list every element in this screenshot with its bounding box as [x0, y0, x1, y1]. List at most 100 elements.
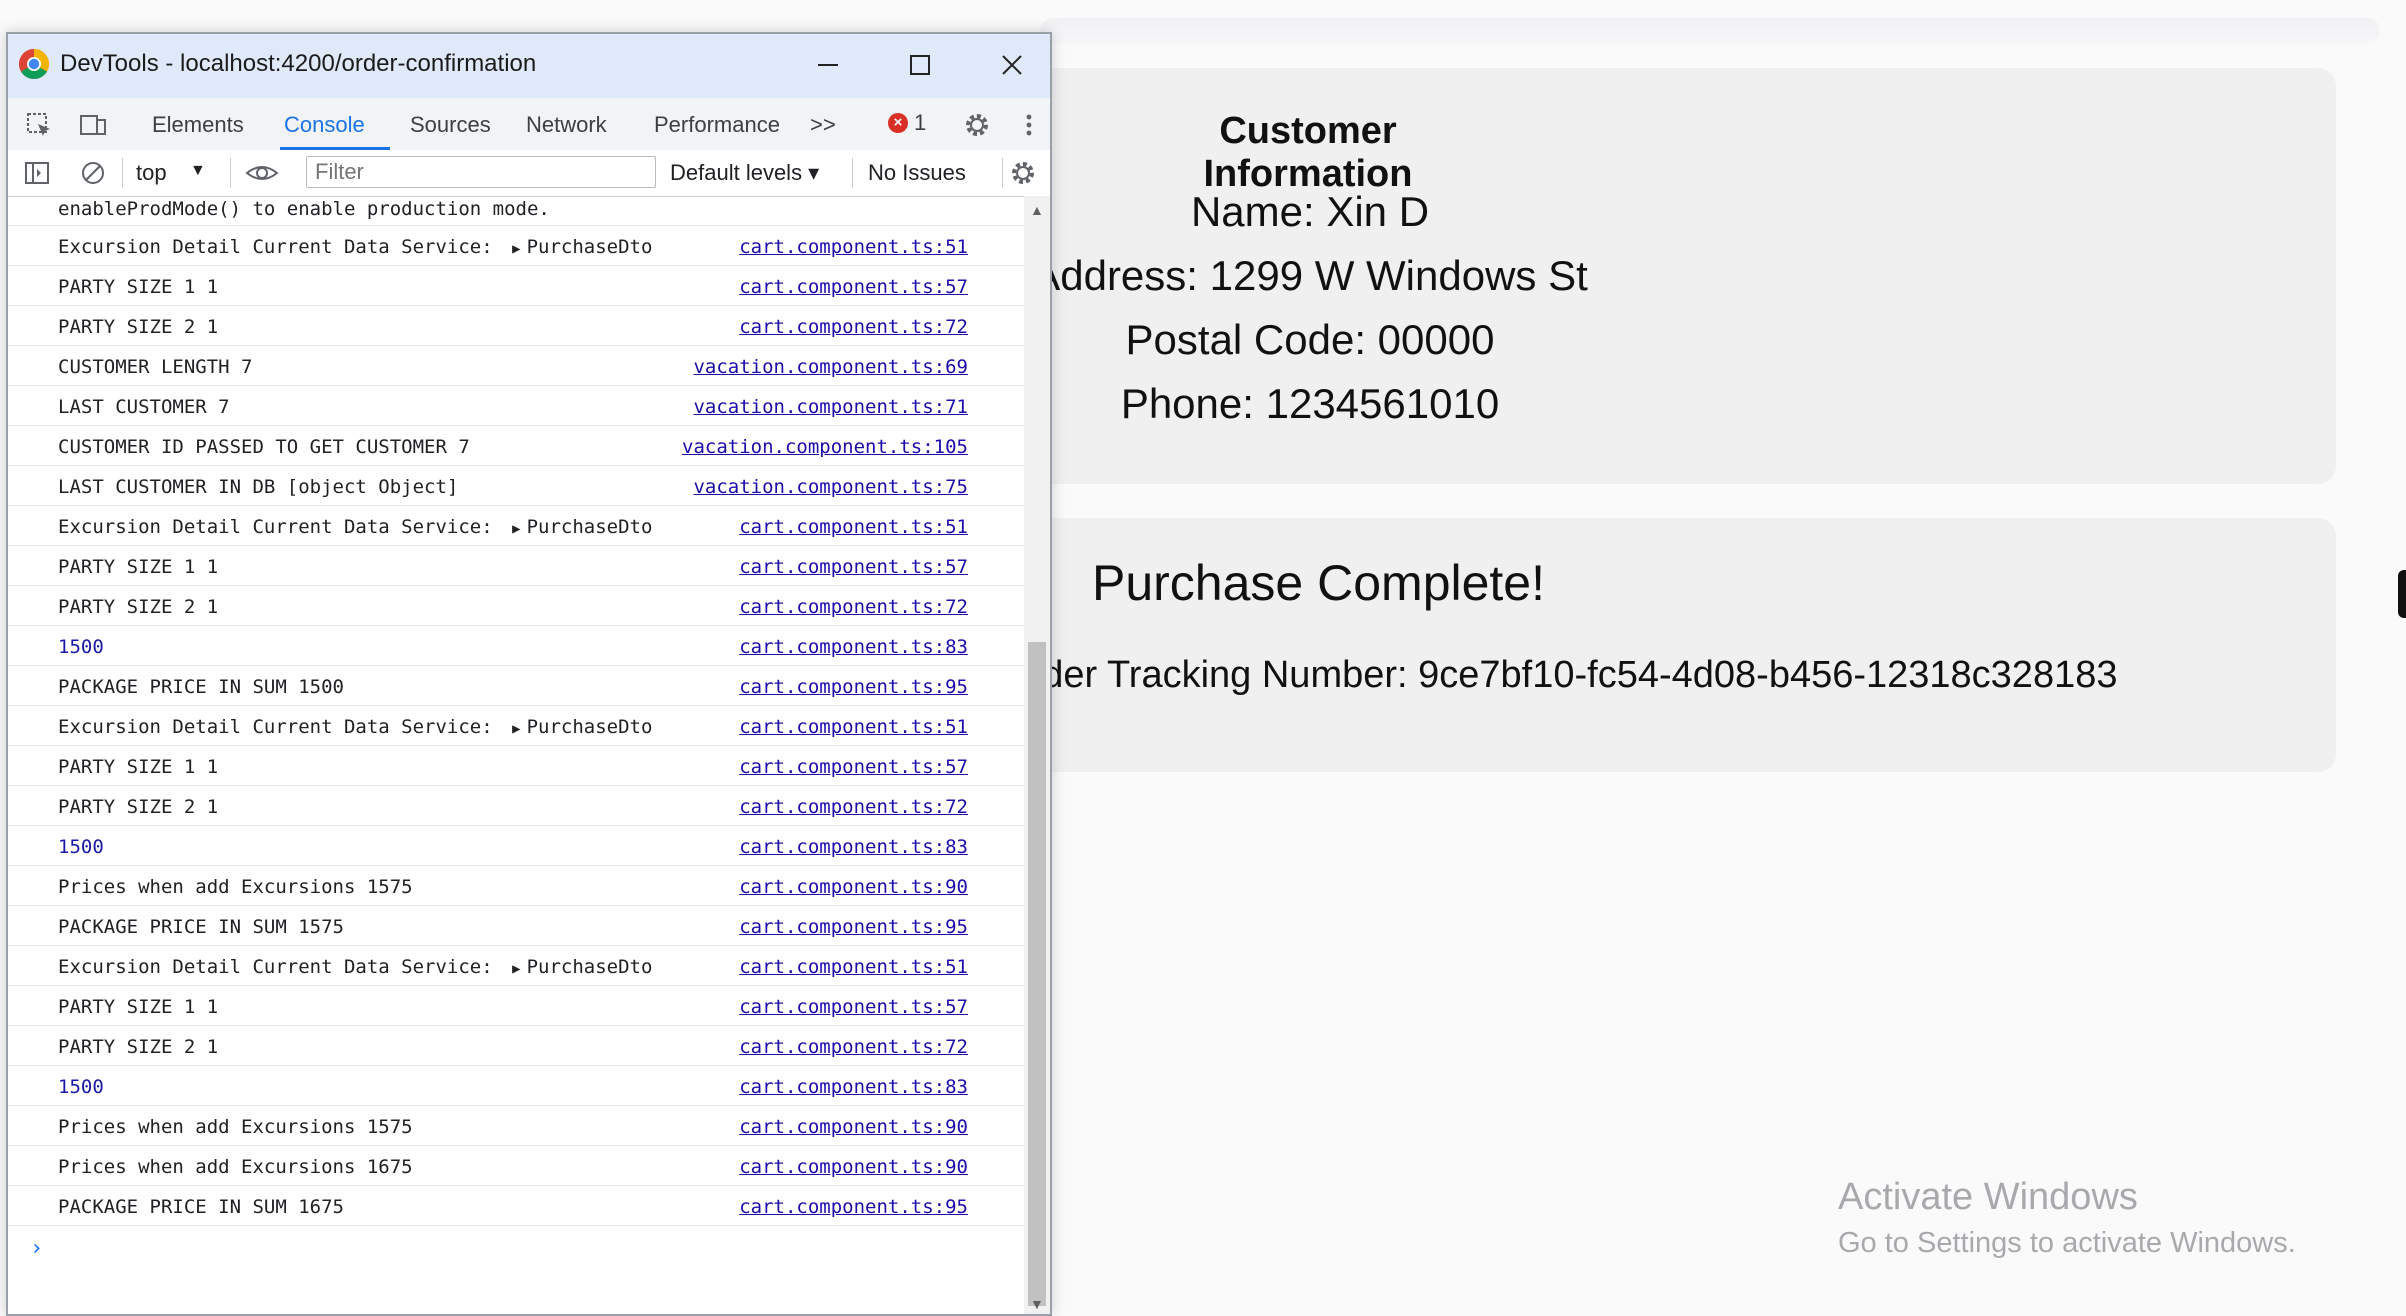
customer-info-heading: Customer Information — [1203, 110, 1413, 195]
log-levels-dropdown[interactable]: Default levels ▾ — [670, 160, 819, 186]
console-source-link[interactable]: cart.component.ts:90 — [739, 1116, 968, 1138]
console-source-link[interactable]: cart.component.ts:57 — [739, 556, 968, 578]
console-source-link[interactable]: cart.component.ts:72 — [739, 1036, 968, 1058]
clear-console-icon[interactable] — [78, 158, 108, 188]
scroll-up-arrow-icon[interactable]: ▲ — [1030, 202, 1044, 218]
console-source-link[interactable]: cart.component.ts:51 — [739, 716, 968, 738]
order-tracking-number: Order Tracking Number: 9ce7bf10-fc54-4d0… — [1000, 654, 2118, 696]
console-source-link[interactable]: cart.component.ts:95 — [739, 1196, 968, 1218]
customer-postal-code: Postal Code: 00000 — [1125, 316, 1495, 363]
console-filter-input[interactable] — [306, 156, 656, 188]
console-message-text: LAST CUSTOMER IN DB [object Object] — [58, 476, 458, 498]
console-message-value: PACKAGE PRICE IN SUM 1675 — [58, 1196, 344, 1218]
console-message-text: PARTY SIZE 1 1 — [58, 996, 218, 1018]
close-icon — [1002, 55, 1022, 75]
console-object-preview[interactable]: PurchaseDto — [527, 516, 653, 538]
tab-elements[interactable]: Elements — [152, 112, 244, 138]
minimize-button[interactable] — [798, 40, 858, 90]
console-source-link[interactable]: cart.component.ts:57 — [739, 756, 968, 778]
device-toolbar-icon[interactable] — [78, 110, 108, 140]
console-message-value: 1500 — [58, 836, 104, 858]
more-tabs-button[interactable]: >> — [810, 112, 836, 138]
maximize-icon — [910, 55, 930, 75]
scrollbar-thumb[interactable] — [1028, 642, 1046, 1306]
console-message-text: PACKAGE PRICE IN SUM 1575 — [58, 916, 344, 938]
console-prompt[interactable]: › — [8, 1226, 1024, 1272]
error-count-badge[interactable]: × 1 — [888, 110, 926, 136]
console-source-link[interactable]: cart.component.ts:83 — [739, 836, 968, 858]
toolbar-divider — [1002, 158, 1003, 188]
console-message-value: Excursion Detail Current Data Service: — [58, 956, 505, 978]
context-dropdown-icon[interactable]: ▼ — [190, 162, 206, 180]
console-message-value: PARTY SIZE 1 1 — [58, 556, 219, 578]
console-message-text: Excursion Detail Current Data Service: ▶… — [58, 956, 652, 978]
tab-console[interactable]: Console — [284, 112, 365, 138]
console-message-text: enableProdMode() to enable production mo… — [58, 198, 550, 220]
console-message-value: LAST CUSTOMER 7 — [58, 396, 230, 418]
console-source-link[interactable]: cart.component.ts:51 — [739, 516, 968, 538]
console-source-link[interactable]: cart.component.ts:57 — [739, 996, 968, 1018]
console-source-link[interactable]: cart.component.ts:51 — [739, 236, 968, 258]
error-icon: × — [888, 113, 908, 133]
console-source-link[interactable]: cart.component.ts:83 — [739, 636, 968, 658]
expand-object-icon[interactable]: ▶ — [512, 961, 520, 977]
console-object-preview[interactable]: PurchaseDto — [527, 236, 653, 258]
console-source-link[interactable]: cart.component.ts:72 — [739, 316, 968, 338]
console-source-link[interactable]: vacation.component.ts:71 — [693, 396, 968, 418]
console-message-value: PARTY SIZE 1 1 — [58, 996, 219, 1018]
console-message-row: LAST CUSTOMER IN DB [object Object] vacat… — [8, 466, 1024, 506]
console-source-link[interactable]: vacation.component.ts:75 — [693, 476, 968, 498]
console-source-link[interactable]: vacation.component.ts:105 — [682, 436, 968, 458]
console-message-text: PARTY SIZE 2 1 — [58, 796, 218, 818]
close-button[interactable] — [982, 40, 1042, 90]
maximize-button[interactable] — [890, 40, 950, 90]
settings-gear-icon[interactable] — [962, 110, 992, 140]
console-output[interactable]: enableProdMode() to enable production mo… — [8, 196, 1024, 1314]
more-options-icon[interactable] — [1014, 110, 1044, 140]
console-message-row: Prices when add Excursions 1575 cart.comp… — [8, 1106, 1024, 1146]
context-selector[interactable]: top — [136, 160, 167, 186]
console-source-link[interactable]: cart.component.ts:72 — [739, 796, 968, 818]
console-object-preview[interactable]: PurchaseDto — [527, 956, 653, 978]
console-object-preview[interactable]: PurchaseDto — [527, 716, 653, 738]
console-message-value: Excursion Detail Current Data Service: — [58, 236, 505, 258]
console-message-row: PARTY SIZE 1 1 cart.component.ts:57 — [8, 546, 1024, 586]
console-source-link[interactable]: cart.component.ts:51 — [739, 956, 968, 978]
console-message-text: LAST CUSTOMER 7 — [58, 396, 230, 418]
console-source-link[interactable]: cart.component.ts:57 — [739, 276, 968, 298]
console-message-text: CUSTOMER LENGTH 7 — [58, 356, 252, 378]
sidebar-toggle-icon[interactable] — [22, 158, 52, 188]
devtools-titlebar[interactable]: DevTools - localhost:4200/order-confirma… — [8, 34, 1050, 98]
console-message-value: Prices when add Excursions 1675 — [58, 1156, 413, 1178]
console-source-link[interactable]: cart.component.ts:72 — [739, 596, 968, 618]
expand-object-icon[interactable]: ▶ — [512, 721, 520, 737]
inspect-element-icon[interactable] — [24, 110, 54, 140]
activate-windows-title: Activate Windows — [1838, 1176, 2138, 1218]
console-source-link[interactable]: cart.component.ts:90 — [739, 1156, 968, 1178]
console-message-row: Prices when add Excursions 1575 cart.comp… — [8, 866, 1024, 906]
console-message-value: LAST CUSTOMER IN DB [object Object] — [58, 476, 459, 498]
console-source-link[interactable]: cart.component.ts:95 — [739, 916, 968, 938]
tab-network[interactable]: Network — [526, 112, 607, 138]
console-message-text: PARTY SIZE 1 1 — [58, 756, 218, 778]
console-message-value: PARTY SIZE 2 1 — [58, 1036, 219, 1058]
expand-object-icon[interactable]: ▶ — [512, 241, 520, 257]
console-message-row: PACKAGE PRICE IN SUM 1675 cart.component.… — [8, 1186, 1024, 1226]
tab-performance[interactable]: Performance — [654, 112, 780, 138]
issues-counter[interactable]: No Issues — [868, 160, 966, 186]
tab-sources[interactable]: Sources — [410, 112, 491, 138]
toolbar-divider — [230, 158, 231, 188]
live-expression-eye-icon[interactable] — [244, 158, 280, 188]
console-message-text: CUSTOMER ID PASSED TO GET CUSTOMER 7 — [58, 436, 470, 458]
console-source-link[interactable]: vacation.component.ts:69 — [693, 356, 968, 378]
expand-object-icon[interactable]: ▶ — [512, 521, 520, 537]
console-source-link[interactable]: cart.component.ts:83 — [739, 1076, 968, 1098]
scroll-down-arrow-icon[interactable]: ▼ — [1030, 1296, 1044, 1312]
console-message-value: CUSTOMER LENGTH 7 — [58, 356, 253, 378]
console-source-link[interactable]: cart.component.ts:90 — [739, 876, 968, 898]
console-settings-gear-icon[interactable] — [1008, 158, 1038, 188]
console-message-text: PARTY SIZE 1 1 — [58, 276, 218, 298]
console-message-text: Prices when add Excursions 1575 — [58, 876, 413, 898]
console-source-link[interactable]: cart.component.ts:95 — [739, 676, 968, 698]
console-message-row: PACKAGE PRICE IN SUM 1575 cart.component.… — [8, 906, 1024, 946]
